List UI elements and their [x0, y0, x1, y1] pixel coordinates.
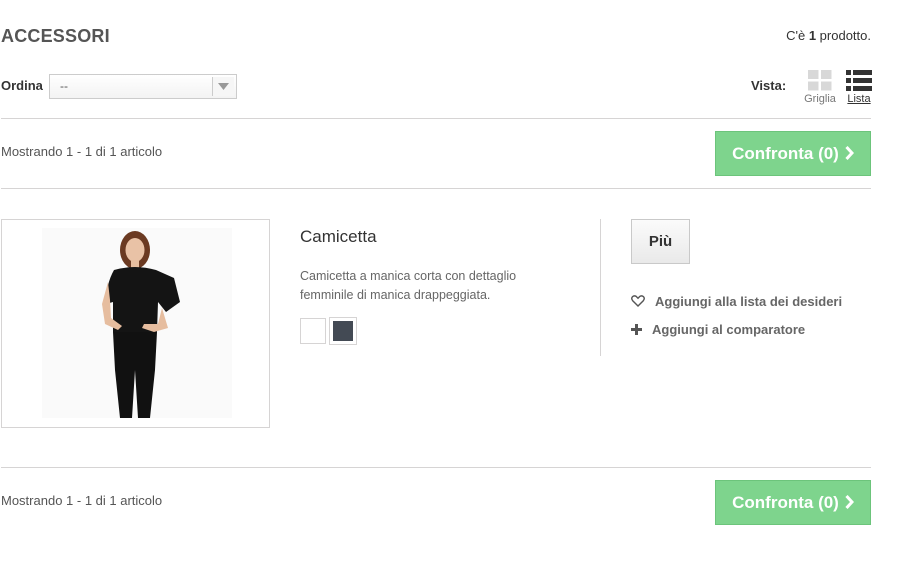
compare-button-bottom[interactable]: Confronta (0)	[715, 480, 871, 525]
color-swatch-white[interactable]	[300, 318, 326, 344]
sort-label: Ordina	[1, 78, 43, 93]
compare-button-label: Confronta (0)	[732, 493, 839, 512]
sort-select[interactable]: --	[49, 74, 237, 99]
view-grid-button[interactable]: Griglia	[800, 70, 840, 105]
product-name[interactable]: Camicetta	[300, 227, 377, 247]
divider	[1, 188, 871, 189]
heart-icon	[631, 295, 649, 310]
view-grid-label: Griglia	[804, 93, 836, 105]
list-icon	[846, 70, 872, 91]
page-title: ACCESSORI	[1, 26, 110, 46]
compare-button[interactable]: Confronta (0)	[715, 131, 871, 176]
plus-icon	[631, 323, 649, 338]
compare-button-label: Confronta (0)	[732, 144, 839, 163]
grid-icon	[808, 70, 832, 91]
showing-text-bottom: Mostrando 1 - 1 di 1 articolo	[1, 493, 163, 508]
chevron-right-icon	[845, 482, 854, 525]
product-description: Camicetta a manica corta con dettaglio f…	[300, 269, 517, 302]
showing-text: Mostrando 1 - 1 di 1 articolo	[1, 144, 163, 159]
product-photo	[2, 220, 269, 427]
column-divider	[600, 219, 601, 356]
add-to-compare-link[interactable]: Aggiungi al comparatore	[631, 322, 805, 338]
view-list-label: Lista	[847, 93, 871, 105]
chevron-right-icon	[845, 133, 854, 176]
add-to-wishlist-link[interactable]: Aggiungi alla lista dei desideri	[631, 294, 842, 310]
compare-add-label: Aggiungi al comparatore	[652, 322, 806, 337]
color-swatch-dark[interactable]	[329, 317, 357, 345]
chevron-down-icon[interactable]	[212, 77, 234, 96]
divider	[1, 467, 871, 468]
more-button[interactable]: Più	[631, 219, 690, 264]
product-count: C'è 1 prodotto.	[786, 28, 871, 43]
sort-select-value: --	[60, 79, 68, 93]
product-image[interactable]	[1, 219, 270, 428]
view-list-button[interactable]: Lista	[839, 70, 879, 105]
view-label: Vista:	[751, 78, 787, 93]
divider	[1, 118, 871, 119]
wishlist-label: Aggiungi alla lista dei desideri	[655, 294, 843, 309]
